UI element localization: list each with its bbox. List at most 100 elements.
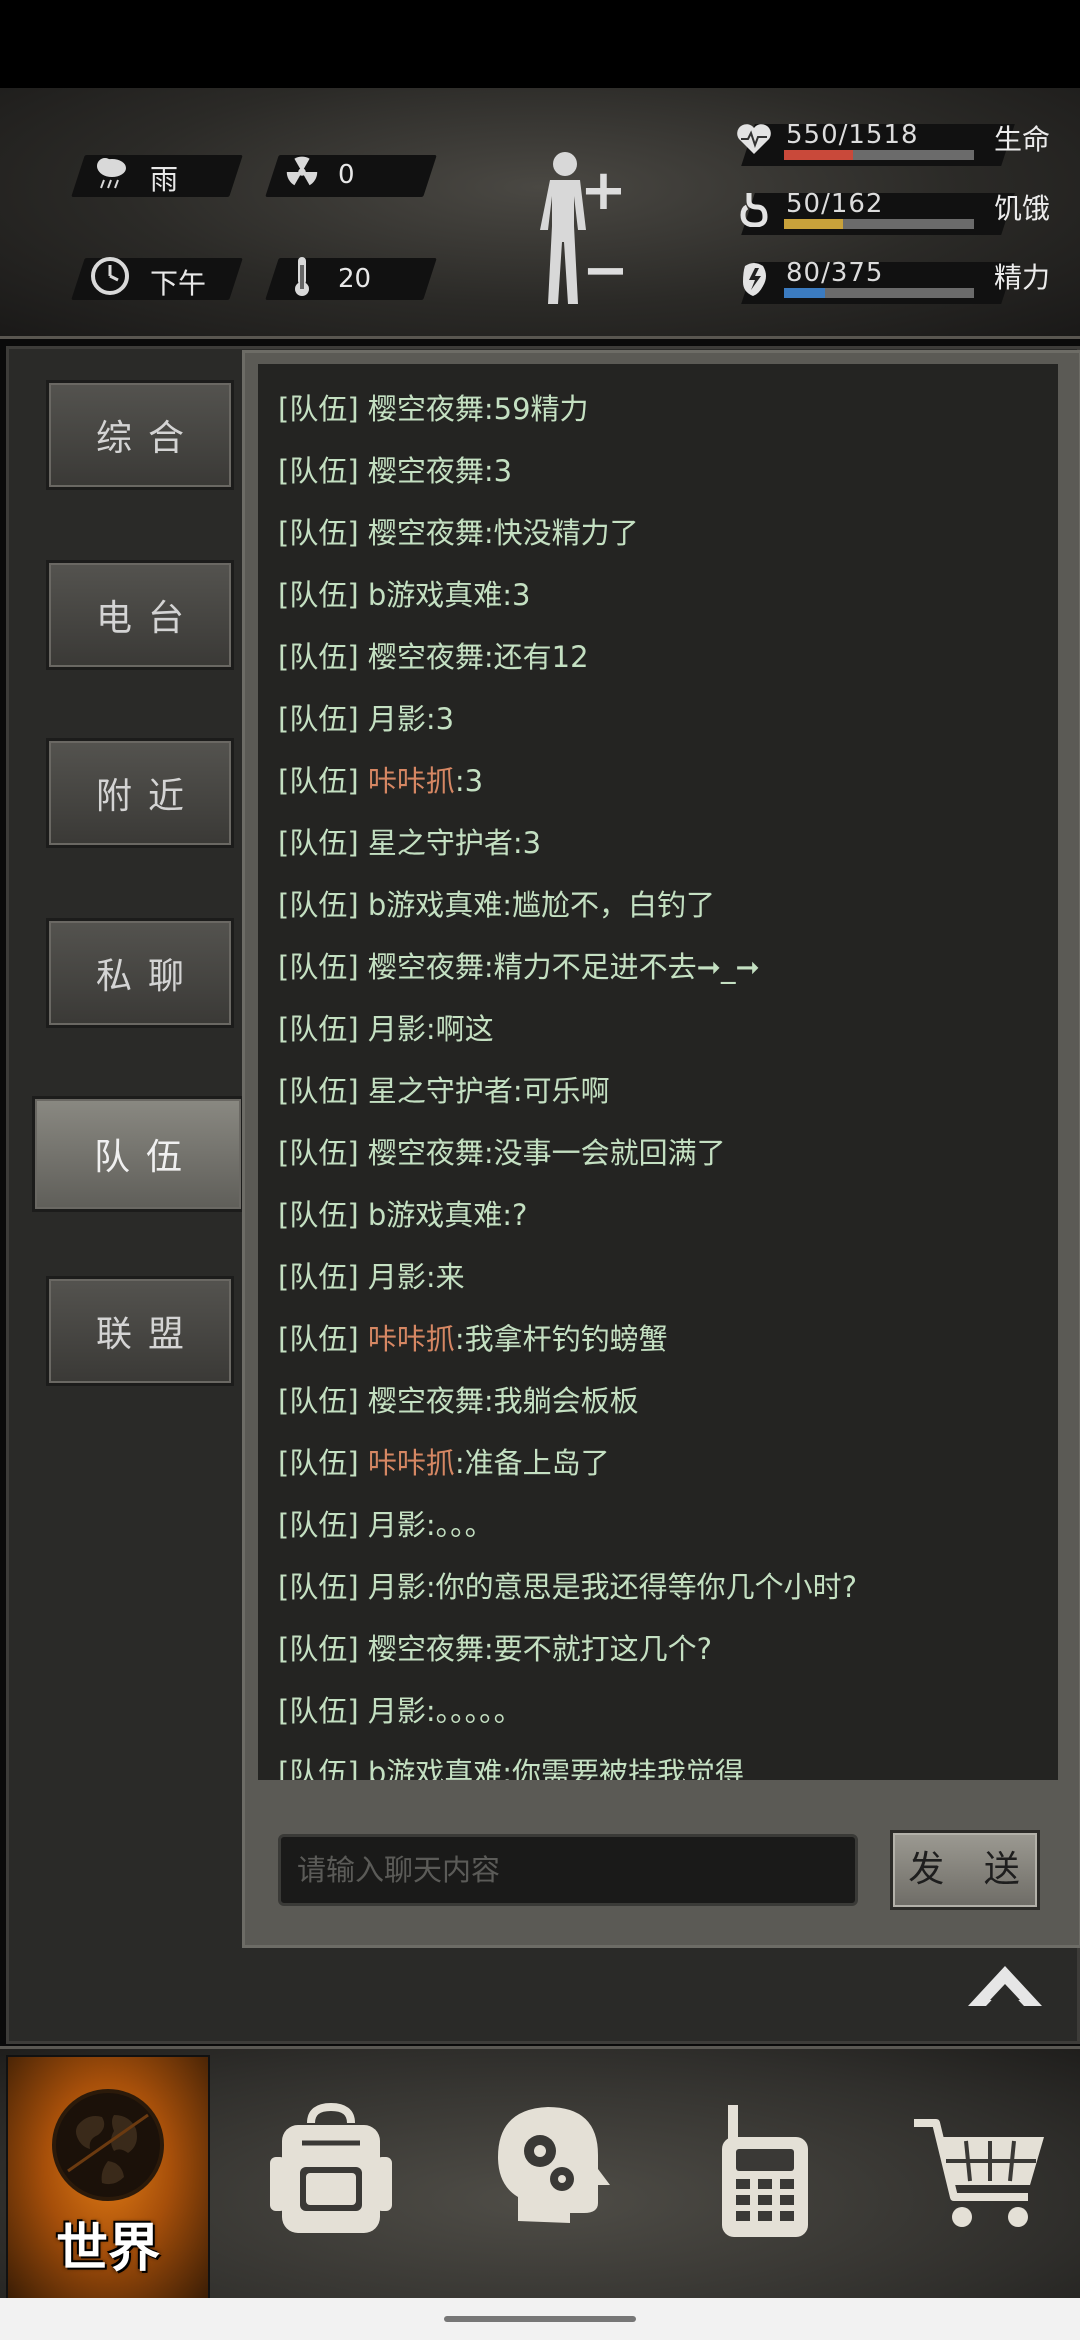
weather-label: 雨 (150, 163, 179, 196)
home-indicator[interactable] (444, 2316, 636, 2322)
message-text: :来 (425, 1260, 465, 1294)
hunger-bar (784, 219, 974, 229)
chat-message: [队伍] b游戏真难:? (278, 1192, 527, 1234)
chat-message: [队伍] 樱空夜舞:我躺会板板 (278, 1378, 639, 1420)
message-channel-tag: [队伍] (278, 888, 359, 922)
energy-label: 精力 (994, 261, 1051, 294)
chat-input[interactable]: 请输入聊天内容 (278, 1834, 858, 1906)
chat-message: [队伍] 咔咔抓:准备上岛了 (278, 1440, 610, 1482)
tab-nearby[interactable]: 附近 (46, 738, 234, 848)
chat-message: [队伍] 星之守护者:可乐啊 (278, 1068, 610, 1110)
backpack-icon[interactable] (266, 2101, 396, 2241)
message-channel-tag: [队伍] (278, 1136, 359, 1170)
heart-icon (734, 122, 774, 162)
message-channel-tag: [队伍] (278, 1384, 359, 1418)
message-channel-tag: [队伍] (278, 1632, 359, 1666)
chat-message: [队伍] 樱空夜舞:3 (278, 448, 512, 490)
message-channel-tag: [队伍] (278, 516, 359, 550)
message-text: :。。。 (425, 1508, 494, 1542)
message-sender[interactable]: 樱空夜舞 (368, 454, 484, 488)
brain-gears-icon[interactable] (488, 2101, 618, 2241)
nav-world[interactable]: 世界 (6, 2055, 210, 2301)
message-channel-tag: [队伍] (278, 950, 359, 984)
message-channel-tag: [队伍] (278, 1074, 359, 1108)
tab-team[interactable]: 队伍 (32, 1096, 244, 1212)
tab-radio[interactable]: 电台 (46, 560, 234, 670)
chat-message: [队伍] 星之守护者:3 (278, 820, 541, 862)
globe-icon (52, 2089, 164, 2201)
tab-alliance[interactable]: 联盟 (46, 1276, 234, 1386)
cart-icon[interactable] (910, 2101, 1050, 2241)
message-sender[interactable]: b游戏真难 (368, 888, 502, 922)
bottom-navigation: 世界 (0, 2046, 1080, 2301)
health-label: 生命 (994, 123, 1051, 156)
message-sender[interactable]: b游戏真难 (368, 1756, 502, 1780)
tab-private[interactable]: 私聊 (46, 918, 234, 1028)
health-bar-fill (784, 150, 853, 160)
message-sender[interactable]: 月影 (368, 702, 426, 736)
message-sender[interactable]: 月影 (368, 1508, 426, 1542)
minus-icon[interactable]: − (582, 238, 629, 303)
message-text: :我拿杆钓钓螃蟹 (454, 1322, 668, 1356)
message-sender[interactable]: 樱空夜舞 (368, 1136, 484, 1170)
time-label: 下午 (150, 267, 207, 300)
chat-message: [队伍] 咔咔抓:我拿杆钓钓螃蟹 (278, 1316, 668, 1358)
message-sender[interactable]: b游戏真难 (368, 578, 502, 612)
message-text: :3 (502, 578, 531, 612)
clock-icon (88, 254, 132, 298)
message-text: :你的意思是我还得等你几个小时? (425, 1570, 858, 1604)
message-sender[interactable]: 樱空夜舞 (368, 392, 484, 426)
chat-message: [队伍] 樱空夜舞:59精力 (278, 386, 589, 428)
chat-message: [队伍] 樱空夜舞:没事一会就回满了 (278, 1130, 726, 1172)
collapse-arrow-icon[interactable] (966, 1962, 1044, 2012)
health-bar (784, 150, 974, 160)
message-text: :。。。。。 (425, 1694, 523, 1728)
health-value: 550/1518 (786, 120, 919, 150)
message-sender[interactable]: 月影 (368, 1260, 426, 1294)
message-channel-tag: [队伍] (278, 1198, 359, 1232)
stomach-icon (734, 191, 774, 231)
message-sender[interactable]: 樱空夜舞 (368, 1384, 484, 1418)
message-text: :快没精力了 (483, 516, 639, 550)
hud-bar: 雨 0 下午 20 + − 550/1518 生命 50/162 饥饿 80/3… (0, 88, 1080, 339)
message-sender[interactable]: 月影 (368, 1012, 426, 1046)
message-sender[interactable]: 樱空夜舞 (368, 640, 484, 674)
radiation-value: 0 (338, 160, 355, 190)
tab-general[interactable]: 综合 (46, 380, 234, 490)
message-text: :我躺会板板 (483, 1384, 639, 1418)
message-sender[interactable]: 咔咔抓 (368, 764, 455, 798)
chat-message: [队伍] 月影:你的意思是我还得等你几个小时? (278, 1564, 857, 1606)
message-text: :要不就打这几个? (483, 1632, 713, 1666)
system-status-bar (0, 0, 1080, 88)
chat-message: [队伍] 咔咔抓:3 (278, 758, 483, 800)
message-sender[interactable]: 月影 (368, 1694, 426, 1728)
chat-message: [队伍] b游戏真难:3 (278, 572, 531, 614)
chat-message: [队伍] 樱空夜舞:精力不足进不去➞_➞ (278, 944, 760, 986)
chat-message: [队伍] b游戏真难:你需要被挂我觉得 (278, 1750, 744, 1780)
message-channel-tag: [队伍] (278, 392, 359, 426)
chat-message-list[interactable]: [队伍] 樱空夜舞:59精力 [队伍] 樱空夜舞:3 [队伍] 樱空夜舞:快没精力了… (258, 364, 1058, 1780)
message-sender[interactable]: 樱空夜舞 (368, 950, 484, 984)
chat-message: [队伍] 月影:3 (278, 696, 454, 738)
message-sender[interactable]: b游戏真难 (368, 1198, 502, 1232)
message-sender[interactable]: 星之守护者 (368, 1074, 513, 1108)
message-sender[interactable]: 星之守护者 (368, 826, 513, 860)
message-sender[interactable]: 樱空夜舞 (368, 1632, 484, 1666)
message-sender[interactable]: 咔咔抓 (368, 1446, 455, 1480)
message-sender[interactable]: 咔咔抓 (368, 1322, 455, 1356)
message-channel-tag: [队伍] (278, 640, 359, 674)
message-sender[interactable]: 樱空夜舞 (368, 516, 484, 550)
nav-world-label: 世界 (55, 2219, 160, 2279)
energy-value: 80/375 (786, 258, 884, 288)
message-channel-tag: [队伍] (278, 578, 359, 612)
chat-message: [队伍] 樱空夜舞:快没精力了 (278, 510, 639, 552)
stat-health: 550/1518 生命 (728, 116, 1078, 166)
plus-icon[interactable]: + (580, 158, 627, 223)
message-text: :你需要被挂我觉得 (502, 1756, 745, 1780)
walkie-talkie-icon[interactable] (700, 2101, 830, 2241)
message-channel-tag: [队伍] (278, 702, 359, 736)
message-sender[interactable]: 月影 (368, 1570, 426, 1604)
temperature-value: 20 (338, 264, 372, 294)
send-button[interactable]: 发 送 (890, 1830, 1040, 1910)
message-text: :还有12 (483, 640, 589, 674)
